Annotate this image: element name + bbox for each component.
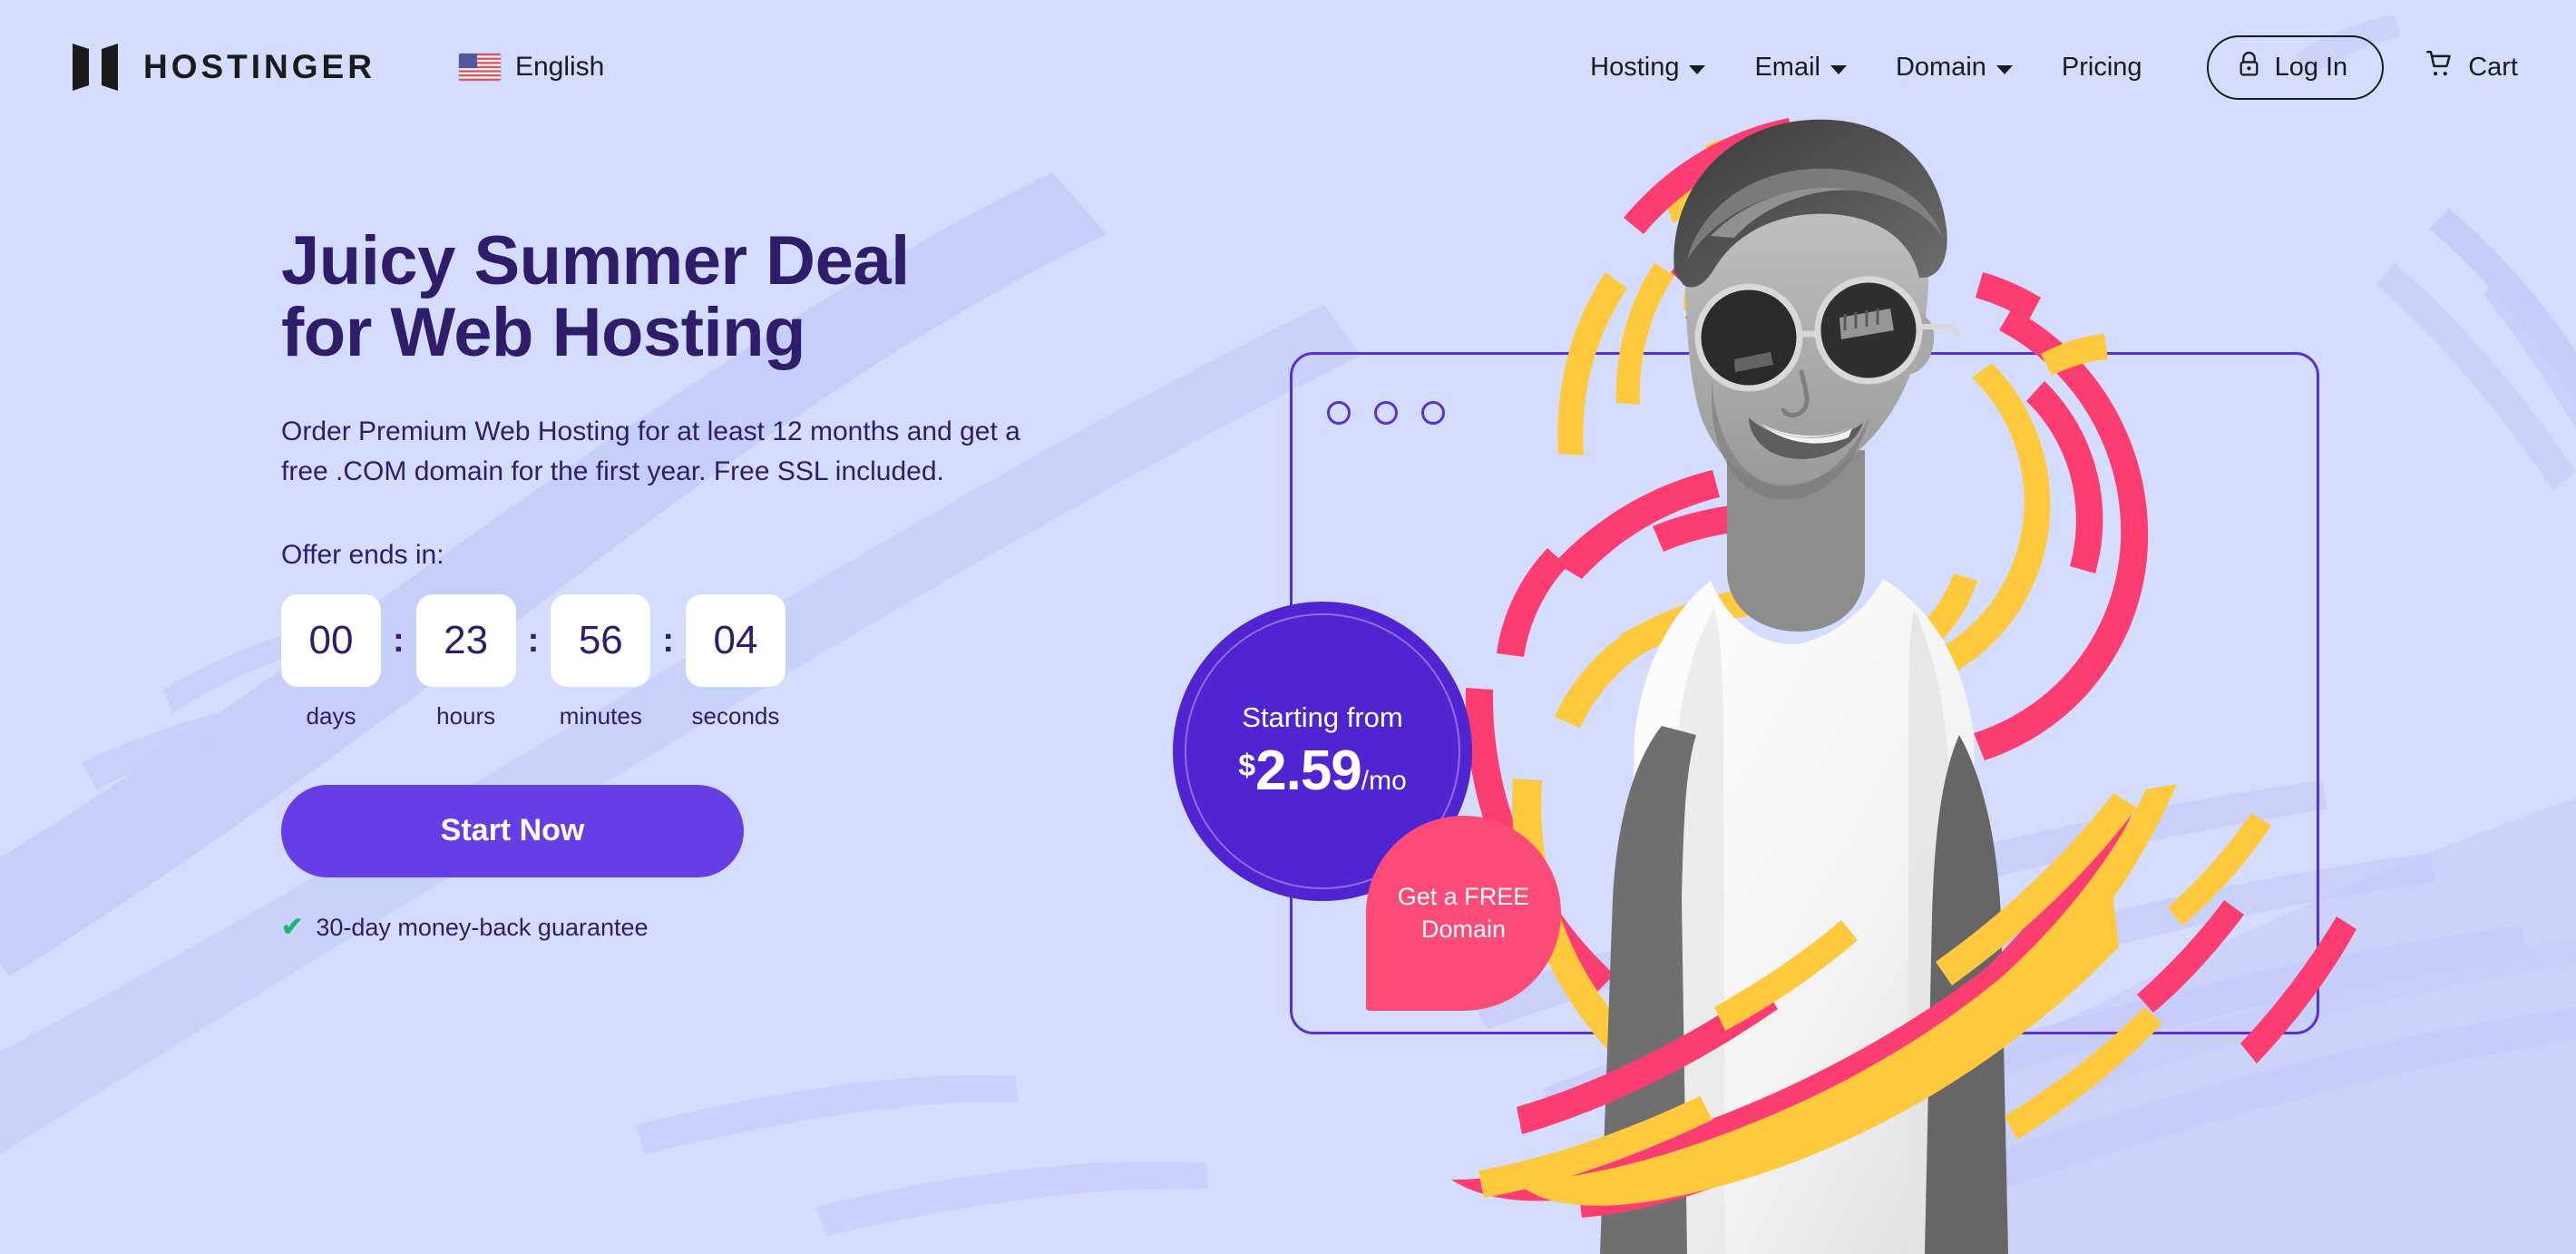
countdown-timer: 00 days : 23 hours : 56 minutes : 04 sec… [281, 593, 1098, 730]
brand-logo[interactable]: HOSTINGER [71, 42, 376, 93]
shopping-cart-icon [2425, 50, 2454, 85]
browser-dot-3-icon [1421, 401, 1445, 425]
countdown-days-label: days [306, 701, 356, 730]
countdown-seconds-label: seconds [691, 701, 780, 730]
browser-dot-2-icon [1374, 401, 1398, 425]
hero-content: Juicy Summer Deal for Web Hosting Order … [281, 225, 1098, 942]
hero-person-photo [1533, 100, 2095, 1254]
nav-item-pricing[interactable]: Pricing [2037, 53, 2167, 83]
price-amount-row: $ 2.59 /mo [1238, 743, 1407, 799]
countdown-seconds: 04 seconds [685, 593, 785, 730]
price-prefix: Starting from [1242, 701, 1403, 733]
nav-item-hosting[interactable]: Hosting [1566, 53, 1730, 83]
chevron-down-icon [1995, 64, 2013, 74]
main-navigation: Hosting Email Domain Pricing Log In Cart [1566, 34, 2518, 100]
countdown-minutes: 56 minutes [551, 593, 651, 730]
countdown-minutes-value: 56 [551, 593, 651, 687]
free-domain-line-1: Get a FREE [1397, 882, 1530, 910]
us-flag-icon [458, 54, 501, 81]
countdown-hours-value: 23 [415, 593, 516, 687]
lock-icon [2238, 51, 2260, 84]
cart-label: Cart [2468, 52, 2518, 82]
hostinger-h-logo-icon [71, 42, 120, 93]
nav-item-email[interactable]: Email [1730, 53, 1871, 83]
browser-dot-1-icon [1327, 401, 1351, 425]
money-back-guarantee: ✔ 30-day money-back guarantee [281, 914, 1098, 942]
login-button[interactable]: Log In [2206, 34, 2385, 100]
language-selector[interactable]: English [458, 52, 605, 83]
page-root: HOSTINGER English Hosting Email Domain P… [0, 0, 2576, 1254]
hero-subtitle: Order Premium Web Hosting for at least 1… [281, 416, 1020, 487]
price-period: /mo [1361, 766, 1407, 796]
countdown-separator: : [527, 621, 540, 660]
check-icon: ✔ [281, 912, 304, 942]
page-title: Juicy Summer Deal for Web Hosting [281, 222, 910, 372]
countdown-hours: 23 hours [415, 593, 516, 730]
countdown-days: 00 days [281, 593, 381, 730]
free-domain-badge: Get a FREE Domain [1366, 816, 1561, 1011]
nav-label: Pricing [2061, 52, 2142, 82]
offer-ends-label: Offer ends in: [281, 539, 444, 570]
free-domain-line-2: Domain [1420, 915, 1507, 943]
cart-button[interactable]: Cart [2425, 50, 2518, 85]
countdown-separator: : [393, 621, 405, 660]
countdown-hours-label: hours [436, 701, 496, 730]
nav-label: Email [1754, 52, 1820, 82]
login-label: Log In [2274, 52, 2348, 82]
nav-label: Domain [1895, 52, 1986, 82]
currency-symbol: $ [1238, 749, 1256, 783]
chevron-down-icon [1689, 64, 1706, 74]
nav-label: Hosting [1590, 52, 1680, 82]
brand-name: HOSTINGER [143, 48, 376, 85]
site-header: HOSTINGER English Hosting Email Domain P… [0, 0, 2576, 134]
guarantee-text: 30-day money-back guarantee [316, 913, 649, 941]
countdown-days-value: 00 [281, 593, 381, 687]
chevron-down-icon [1830, 64, 1847, 74]
price-value: 2.59 [1255, 740, 1362, 802]
countdown-minutes-label: minutes [559, 701, 642, 730]
nav-item-domain[interactable]: Domain [1871, 53, 2037, 83]
start-now-button[interactable]: Start Now [281, 784, 744, 877]
language-label: English [514, 52, 605, 82]
countdown-seconds-value: 04 [685, 593, 785, 687]
countdown-separator: : [662, 621, 674, 660]
